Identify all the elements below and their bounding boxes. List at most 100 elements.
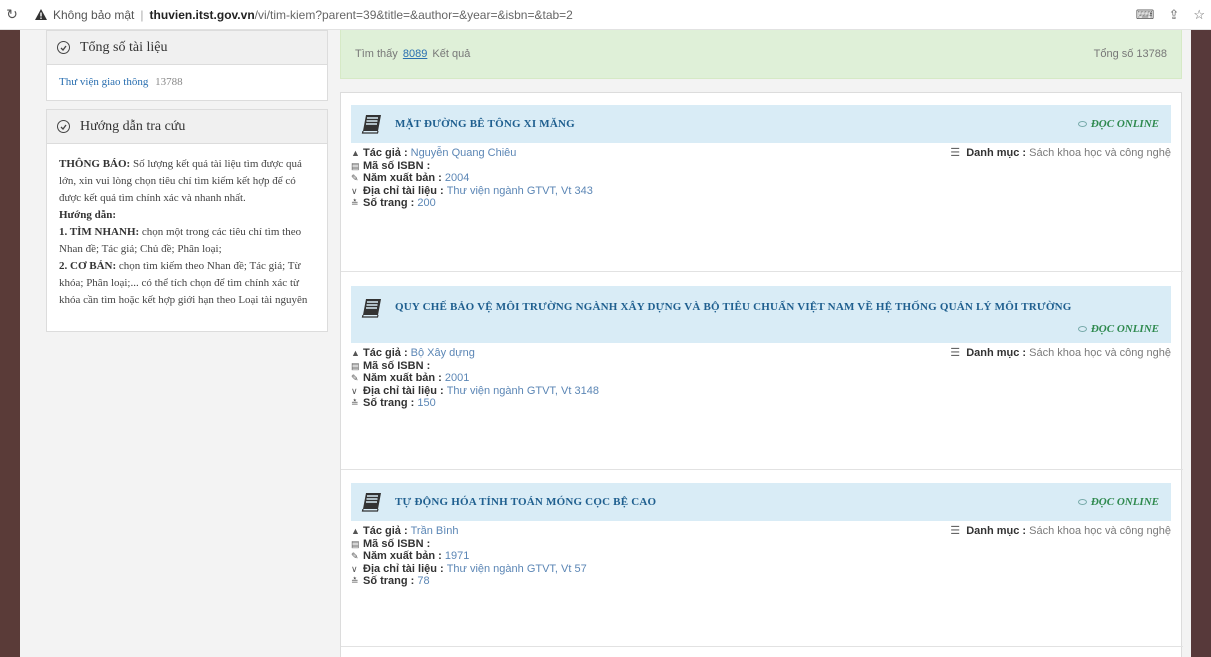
browser-address-bar: ↻ Không bảo mật | thuvien.itst.gov.vn /v…: [0, 0, 1211, 30]
result-title[interactable]: MẶT ĐƯỜNG BÊ TÔNG XI MĂNG: [395, 118, 575, 130]
basic-label: 2. CƠ BẢN:: [59, 260, 117, 272]
translate-icon[interactable]: ⌨: [1136, 7, 1155, 23]
meta-category: ☰ Danh mục : Sách khoa học và công nghệ: [950, 525, 1171, 537]
found-summary: Tìm thấy 8089 Kết quả: [355, 48, 470, 60]
total-docs-body: Thư viện giao thông 13788: [47, 65, 327, 100]
tag-icon: ✎: [351, 173, 359, 183]
total-docs-header[interactable]: Tổng số tài liệu: [47, 31, 327, 65]
guide-label: Hướng dẫn:: [59, 209, 117, 221]
read-online-link[interactable]: ĐỌC ONLINE: [1077, 118, 1159, 130]
library-link[interactable]: Thư viện giao thông: [59, 76, 148, 88]
result-divider: [341, 646, 1183, 647]
guide-title: Hướng dẫn tra cứu: [80, 118, 186, 134]
meta-category: ☰ Danh mục : Sách khoa học và công nghệ: [950, 347, 1171, 359]
pages-icon: ≛: [351, 398, 359, 408]
result-summary: Tìm thấy 8089 Kết quả Tổng số 13788: [340, 30, 1182, 79]
found-suffix: Kết quả: [432, 48, 471, 60]
found-prefix: Tìm thấy: [355, 48, 398, 60]
url-path[interactable]: /vi/tim-kiem?parent=39&title=&author=&ye…: [255, 8, 573, 22]
result-item-header: QUY CHẾ BẢO VỆ MÔI TRƯỜNG NGÀNH XÂY DỰNG…: [351, 286, 1171, 343]
address-bar-actions: ⌨ ⇪ ☆: [1136, 0, 1205, 30]
result-title[interactable]: TỰ ĐỘNG HÓA TÍNH TOÁN MÓNG CỌC BỆ CAO: [395, 496, 656, 508]
location-icon: ∨: [351, 185, 358, 196]
found-count[interactable]: 8089: [403, 48, 427, 60]
sidebar: Tổng số tài liệu Thư viện giao thông 137…: [46, 30, 328, 340]
tag-icon: ✎: [351, 551, 359, 561]
address-separator: |: [140, 7, 144, 22]
total-docs-title: Tổng số tài liệu: [80, 39, 168, 55]
result-item: MẶT ĐƯỜNG BÊ TÔNG XI MĂNG ĐỌC ONLINE ▲ Tá…: [351, 105, 1171, 210]
meta-pages: ≛ Số trang :200: [351, 197, 436, 209]
url-host[interactable]: thuvien.itst.gov.vn: [150, 8, 255, 22]
result-meta: ▲ Tác giả : Trần Bình ▤ Mã số ISBN : ✎ Năm x…: [351, 521, 1171, 588]
list-icon: ☰: [950, 525, 961, 537]
guide-notice: THÔNG BÁO: Số lượng kết quả tài liệu tìm…: [59, 156, 315, 207]
guide-basic: 2. CƠ BẢN: chọn tìm kiếm theo Nhan đề; T…: [59, 258, 315, 309]
total-docs-panel: Tổng số tài liệu Thư viện giao thông 137…: [46, 30, 328, 101]
result-divider: [341, 469, 1183, 470]
user-icon: ▲: [351, 148, 360, 158]
meta-pages: ≛ Số trang :150: [351, 397, 436, 409]
eye-icon: [1077, 326, 1087, 332]
pages-icon: ≛: [351, 576, 359, 586]
notice-label: THÔNG BÁO:: [59, 158, 131, 170]
result-item: QUY CHẾ BẢO VỆ MÔI TRƯỜNG NGÀNH XÂY DỰNG…: [351, 286, 1171, 410]
meta-year: ✎ Năm xuất bản :2004: [351, 172, 470, 184]
library-count: 13788: [155, 76, 183, 88]
page-background-right: [1191, 30, 1211, 657]
barcode-icon: ▤: [351, 538, 360, 549]
book-icon: [361, 299, 381, 318]
user-icon: ▲: [351, 526, 360, 536]
eye-icon: [1077, 121, 1087, 127]
page-background-left: [0, 30, 20, 657]
total-count: Tổng số 13788: [1093, 48, 1167, 60]
result-meta: ▲ Tác giả : Nguyễn Quang Chiêu ▤ Mã số ISBN…: [351, 143, 1171, 210]
tag-icon: ✎: [351, 373, 359, 383]
meta-location: ∨ Địa chỉ tài liệu : Thư viện ngành GTVT, …: [351, 562, 587, 575]
read-online-label: ĐỌC ONLINE: [1090, 496, 1159, 508]
user-icon: ▲: [351, 348, 360, 358]
pages-icon: ≛: [351, 198, 359, 208]
meta-category: ☰ Danh mục : Sách khoa học và công nghệ: [950, 147, 1171, 159]
list-icon: ☰: [950, 147, 961, 159]
result-item-header: TỰ ĐỘNG HÓA TÍNH TOÁN MÓNG CỌC BỆ CAO ĐỌ…: [351, 483, 1171, 521]
share-icon[interactable]: ⇪: [1168, 7, 1179, 23]
reload-icon[interactable]: ↻: [2, 6, 22, 23]
result-divider: [341, 271, 1183, 272]
meta-isbn: ▤ Mã số ISBN :: [351, 359, 431, 372]
guide-header[interactable]: Hướng dẫn tra cứu: [47, 110, 327, 144]
read-online-link[interactable]: ĐỌC ONLINE: [1077, 496, 1159, 508]
not-secure-label[interactable]: Không bảo mật: [53, 8, 134, 22]
result-item: TỰ ĐỘNG HÓA TÍNH TOÁN MÓNG CỌC BỆ CAO ĐỌ…: [351, 483, 1171, 588]
result-item-header: MẶT ĐƯỜNG BÊ TÔNG XI MĂNG ĐỌC ONLINE: [351, 105, 1171, 143]
meta-year: ✎ Năm xuất bản :1971: [351, 550, 470, 562]
read-online-label: ĐỌC ONLINE: [1090, 118, 1159, 130]
page-content: Tổng số tài liệu Thư viện giao thông 137…: [20, 30, 1191, 657]
book-icon: [361, 115, 381, 134]
meta-isbn: ▤ Mã số ISBN :: [351, 159, 431, 172]
guide-panel: Hướng dẫn tra cứu THÔNG BÁO: Số lượng kế…: [46, 109, 328, 332]
location-icon: ∨: [351, 385, 358, 396]
results-list: MẶT ĐƯỜNG BÊ TÔNG XI MĂNG ĐỌC ONLINE ▲ Tá…: [340, 92, 1183, 657]
read-online-label: ĐỌC ONLINE: [1090, 323, 1159, 335]
check-circle-icon: [57, 41, 70, 54]
result-title[interactable]: QUY CHẾ BẢO VỆ MÔI TRƯỜNG NGÀNH XÂY DỰNG…: [395, 298, 1072, 313]
result-meta: ▲ Tác giả : Bộ Xây dựng ▤ Mã số ISBN : ✎ Năm…: [351, 343, 1171, 410]
meta-isbn: ▤ Mã số ISBN :: [351, 537, 431, 550]
book-icon: [361, 493, 381, 512]
meta-location: ∨ Địa chỉ tài liệu : Thư viện ngành GTVT, …: [351, 184, 593, 197]
barcode-icon: ▤: [351, 360, 360, 371]
warning-icon[interactable]: [34, 8, 48, 22]
check-circle-icon: [57, 120, 70, 133]
location-icon: ∨: [351, 563, 358, 574]
barcode-icon: ▤: [351, 160, 360, 171]
meta-pages: ≛ Số trang :78: [351, 575, 430, 587]
eye-icon: [1077, 499, 1087, 505]
guide-quick: 1. TÌM NHANH: chọn một trong các tiêu ch…: [59, 224, 315, 258]
list-icon: ☰: [950, 347, 961, 359]
meta-year: ✎ Năm xuất bản :2001: [351, 372, 470, 384]
read-online-link[interactable]: ĐỌC ONLINE: [1077, 323, 1159, 335]
quick-label: 1. TÌM NHANH:: [59, 226, 140, 238]
bookmark-star-icon[interactable]: ☆: [1193, 7, 1205, 23]
meta-location: ∨ Địa chỉ tài liệu : Thư viện ngành GTVT, …: [351, 384, 599, 397]
